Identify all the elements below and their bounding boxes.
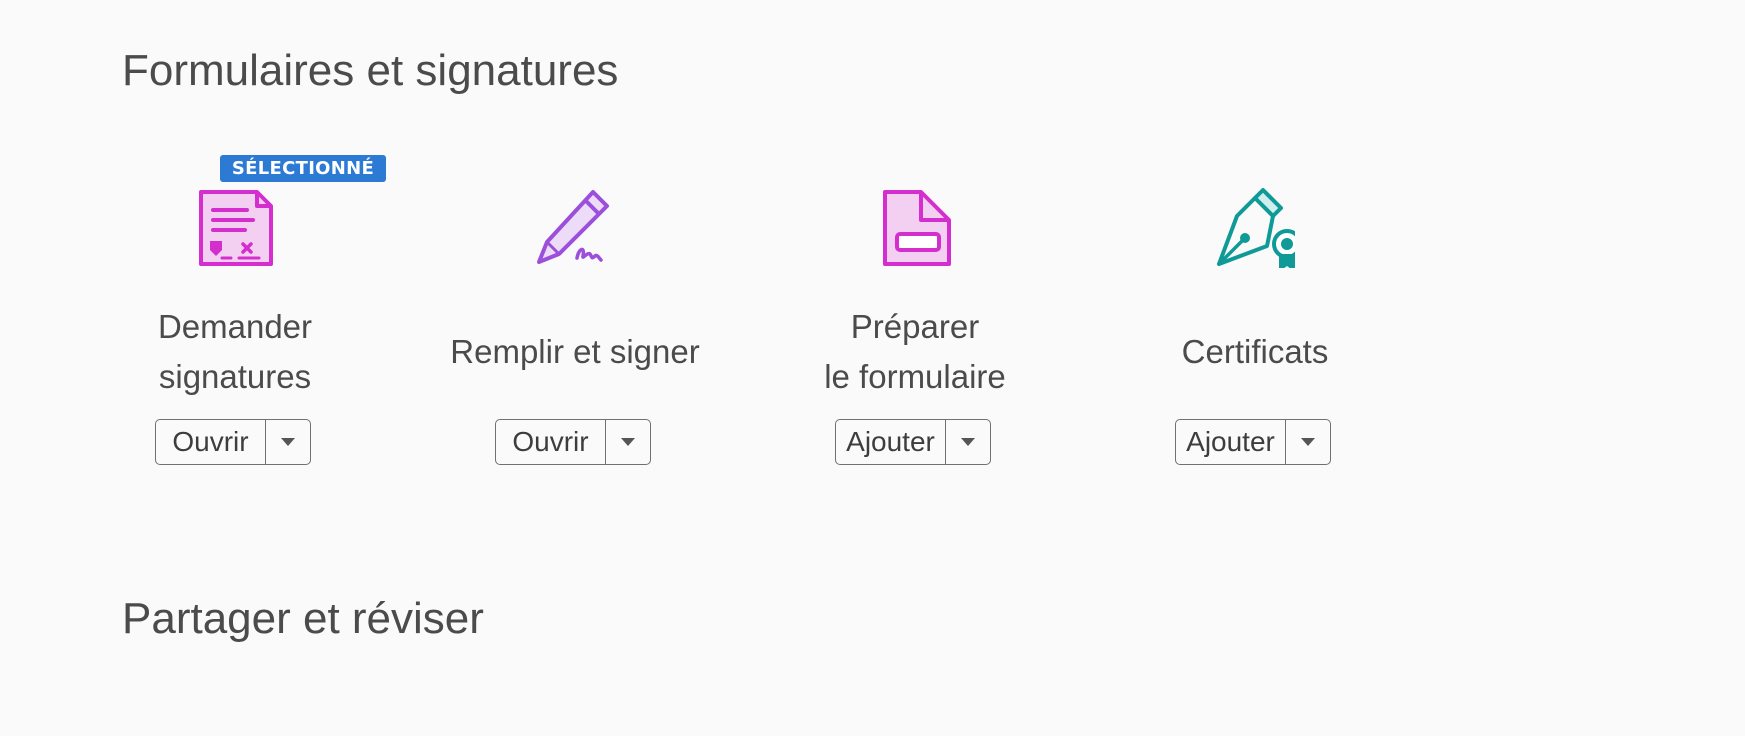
prepare-form-icon[interactable]: [875, 188, 955, 268]
tool-label: Certificats: [1181, 333, 1329, 370]
chevron-down-icon: [961, 438, 975, 446]
tool-request-signatures[interactable]: Demander signatures Ouvrir: [85, 148, 385, 478]
open-button[interactable]: Ouvrir: [496, 420, 606, 464]
dropdown-button[interactable]: [606, 420, 650, 464]
add-button[interactable]: Ajouter: [1176, 420, 1286, 464]
open-split-button[interactable]: Ouvrir: [155, 419, 311, 465]
request-signatures-icon[interactable]: [195, 188, 275, 268]
section-title-share: Partager et réviser: [122, 594, 484, 643]
dropdown-button[interactable]: [1286, 420, 1330, 464]
section-title-forms: Formulaires et signatures: [122, 46, 619, 95]
chevron-down-icon: [1301, 438, 1315, 446]
tool-label: Remplir et signer: [450, 333, 700, 370]
certificate-pen-icon[interactable]: [1215, 188, 1295, 268]
chevron-down-icon: [281, 438, 295, 446]
open-button[interactable]: Ouvrir: [156, 420, 266, 464]
chevron-down-icon: [621, 438, 635, 446]
fill-sign-pen-icon[interactable]: [535, 188, 615, 268]
dropdown-button[interactable]: [266, 420, 310, 464]
dropdown-button[interactable]: [946, 420, 990, 464]
add-split-button[interactable]: Ajouter: [1175, 419, 1331, 465]
tool-label: Demander signatures: [157, 308, 313, 395]
open-split-button[interactable]: Ouvrir: [495, 419, 651, 465]
tool-prepare-form[interactable]: Préparer le formulaire Ajouter: [765, 148, 1065, 478]
add-button[interactable]: Ajouter: [836, 420, 946, 464]
add-split-button[interactable]: Ajouter: [835, 419, 991, 465]
tool-fill-and-sign[interactable]: Remplir et signer Ouvrir: [425, 148, 725, 478]
tool-label: Préparer le formulaire: [824, 308, 1006, 395]
tool-certificates[interactable]: Certificats Ajouter: [1105, 148, 1405, 478]
